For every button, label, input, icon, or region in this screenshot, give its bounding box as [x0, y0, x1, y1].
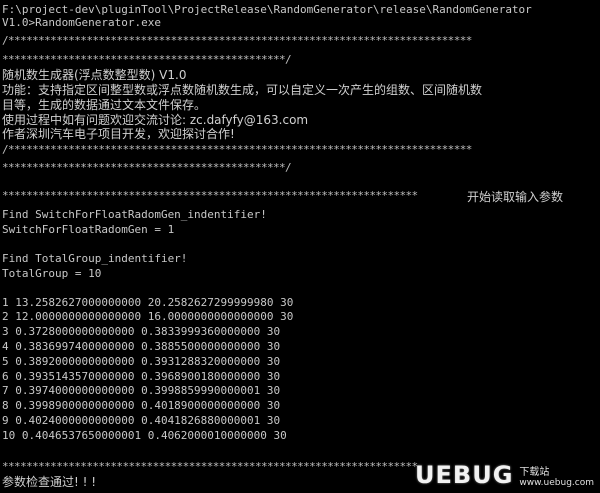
console-line-data-row: 1 13.2582627000000000 20.258262729999998… — [2, 297, 294, 309]
console-line-separator: /***************************************… — [2, 144, 472, 156]
watermark-url: www.uebug.com — [519, 477, 594, 488]
console-line-find-total: Find TotalGroup_indentifier! — [2, 253, 188, 265]
console-line-command: V1.0>RandomGenerator.exe — [2, 17, 161, 29]
console-line-feature: 功能：支持指定区间整型数或浮点数随机数生成，可以自定义一次产生的组数、区间随机数 — [2, 83, 483, 97]
console-line-total-value: TotalGroup = 10 — [2, 268, 102, 280]
console-line-separator: ****************************************… — [2, 461, 418, 473]
console-line-separator: ****************************************… — [2, 54, 292, 66]
console-line-separator: ****************************************… — [2, 190, 418, 202]
console-line-check-passed: 参数检查通过! ! ! — [2, 475, 97, 489]
console-line-find-switch: Find SwitchForFloatRadomGen_indentifier! — [2, 209, 267, 221]
console-window[interactable]: F:\project-dev\pluginTool\ProjectRelease… — [0, 0, 600, 493]
console-line-separator: /***************************************… — [2, 35, 472, 47]
console-line-data-row: 8 0.3998900000000000 0.4018900000000000 … — [2, 400, 281, 412]
console-line-data-row: 9 0.4024000000000000 0.4041826880000001 … — [2, 415, 281, 427]
watermark-text: 下载站 — [519, 466, 550, 478]
console-line-separator: ****************************************… — [2, 162, 292, 174]
watermark: UEBUG 下载站 www.uebug.com — [415, 461, 594, 489]
console-line-app-title: 随机数生成器(浮点数整型数) V1.0 — [2, 68, 187, 82]
console-line-feature-cont: 目等，生成的数据通过文本文件保存。 — [2, 98, 207, 112]
console-line-data-row: 7 0.3974000000000000 0.3998859990000001 … — [2, 385, 281, 397]
console-line-data-row: 10 0.4046537650000001 0.4062000010000000… — [2, 430, 287, 442]
console-line-switch-value: SwitchForFloatRadomGen = 1 — [2, 224, 175, 236]
console-line-path: F:\project-dev\pluginTool\ProjectRelease… — [2, 4, 532, 16]
console-line-data-row: 5 0.3892000000000000 0.3931288320000000 … — [2, 356, 281, 368]
watermark-badge: 下载站 www.uebug.com — [519, 463, 594, 488]
uebug-logo: UEBUG — [415, 461, 514, 489]
console-line-author: 作者深圳汽车电子项目开发，欢迎探讨合作! — [2, 127, 235, 141]
console-line-data-row: 3 0.3728000000000000 0.3833999360000000 … — [2, 326, 281, 338]
console-line-data-row: 6 0.3935143570000000 0.3968900180000000 … — [2, 371, 281, 383]
console-line-contact: 使用过程中如有问题欢迎交流讨论: zc.dafyfy@163.com — [2, 113, 309, 127]
console-status-reading: 开始读取输入参数 — [467, 190, 564, 204]
console-line-data-row: 4 0.3836997400000000 0.3885500000000000 … — [2, 341, 281, 353]
console-line-data-row: 2 12.0000000000000000 16.000000000000000… — [2, 311, 294, 323]
